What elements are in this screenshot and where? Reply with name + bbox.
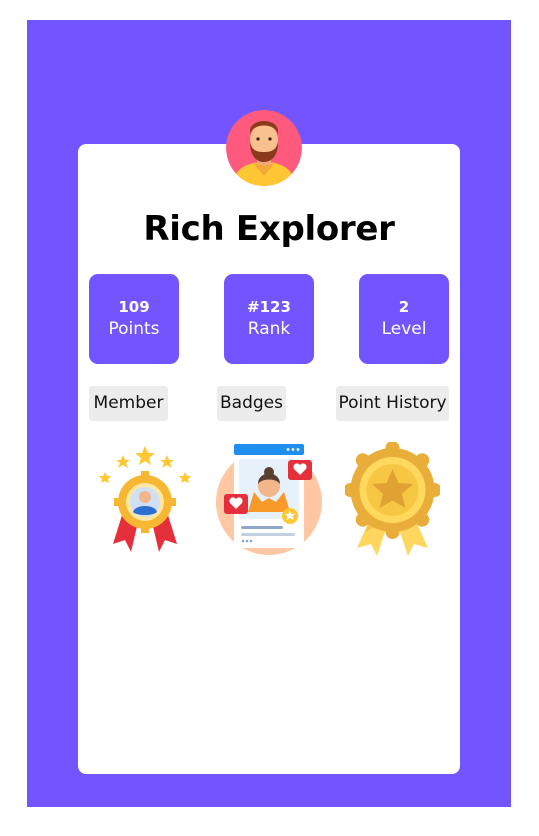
avatar <box>226 110 302 186</box>
social-post-badge-icon <box>216 444 322 555</box>
level-value: 2 <box>398 298 410 316</box>
rank-value: #123 <box>247 298 291 316</box>
social-badge[interactable] <box>212 442 327 557</box>
gold-badge[interactable] <box>345 442 440 560</box>
profile-name: Rich Explorer <box>143 209 395 249</box>
rank-stat: #123 Rank <box>224 274 314 364</box>
level-stat: 2 Level <box>359 274 449 364</box>
points-value: 109 <box>118 298 150 316</box>
member-badge[interactable] <box>95 440 195 555</box>
points-stat: 109 Points <box>89 274 179 364</box>
gold-star-rosette-icon <box>345 442 440 556</box>
tab-member[interactable]: Member <box>89 386 168 421</box>
points-label: Points <box>108 319 160 339</box>
member-medal-icon <box>99 446 191 552</box>
bearded-man-avatar-icon <box>226 110 302 186</box>
level-label: Level <box>381 319 427 339</box>
rank-label: Rank <box>247 319 291 339</box>
tab-badges[interactable]: Badges <box>217 386 286 421</box>
tab-point-history[interactable]: Point History <box>336 386 449 421</box>
